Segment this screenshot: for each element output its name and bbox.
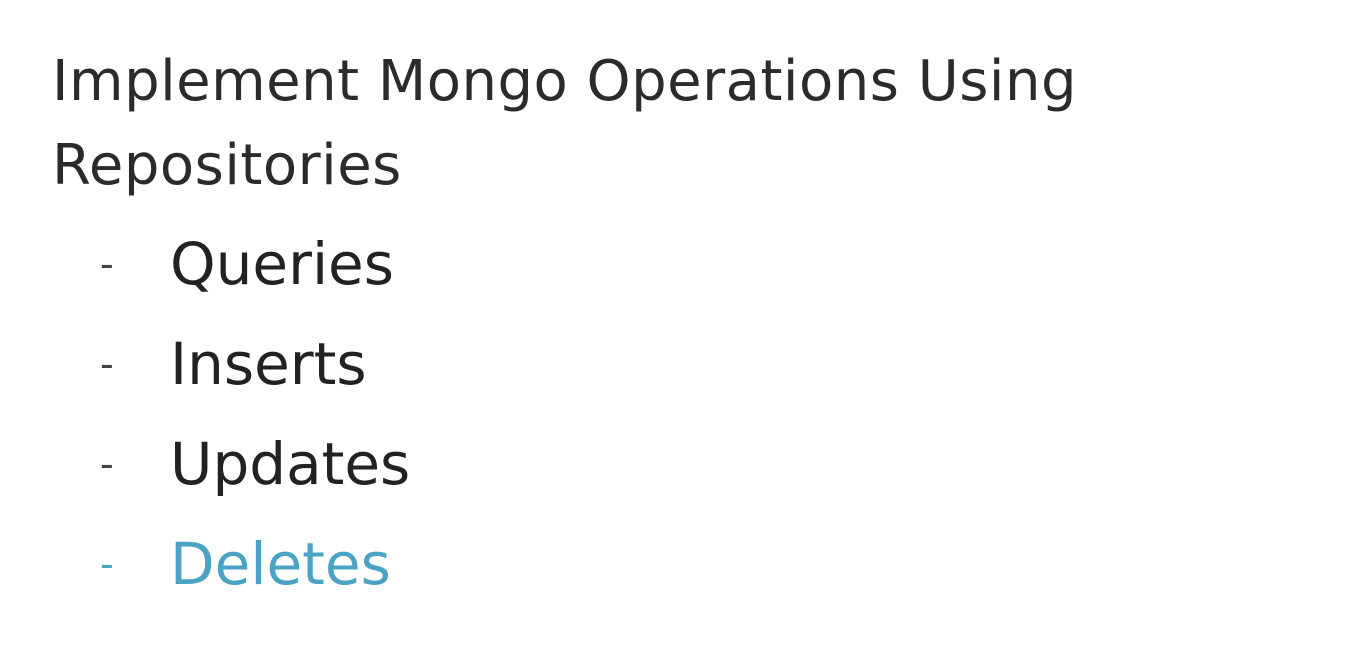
bullet-dash: -	[100, 542, 114, 586]
title-line-2: Repositories	[52, 133, 402, 198]
bullet-label: Queries	[170, 230, 394, 298]
slide-title: Implement Mongo Operations Using Reposit…	[52, 40, 1332, 208]
bullet-dash: -	[100, 442, 114, 486]
bullet-label: Deletes	[170, 530, 391, 598]
bullet-item-deletes: - Deletes	[100, 514, 410, 614]
bullet-label: Inserts	[170, 330, 367, 398]
bullet-item-queries: - Queries	[100, 214, 410, 314]
title-line-1: Implement Mongo Operations Using	[52, 49, 1077, 114]
bullet-dash: -	[100, 342, 114, 386]
bullet-item-updates: - Updates	[100, 414, 410, 514]
bullet-list: - Queries - Inserts - Updates - Deletes	[100, 214, 410, 614]
bullet-label: Updates	[170, 430, 411, 498]
bullet-dash: -	[100, 242, 114, 286]
bullet-item-inserts: - Inserts	[100, 314, 410, 414]
slide: Implement Mongo Operations Using Reposit…	[0, 0, 1352, 666]
